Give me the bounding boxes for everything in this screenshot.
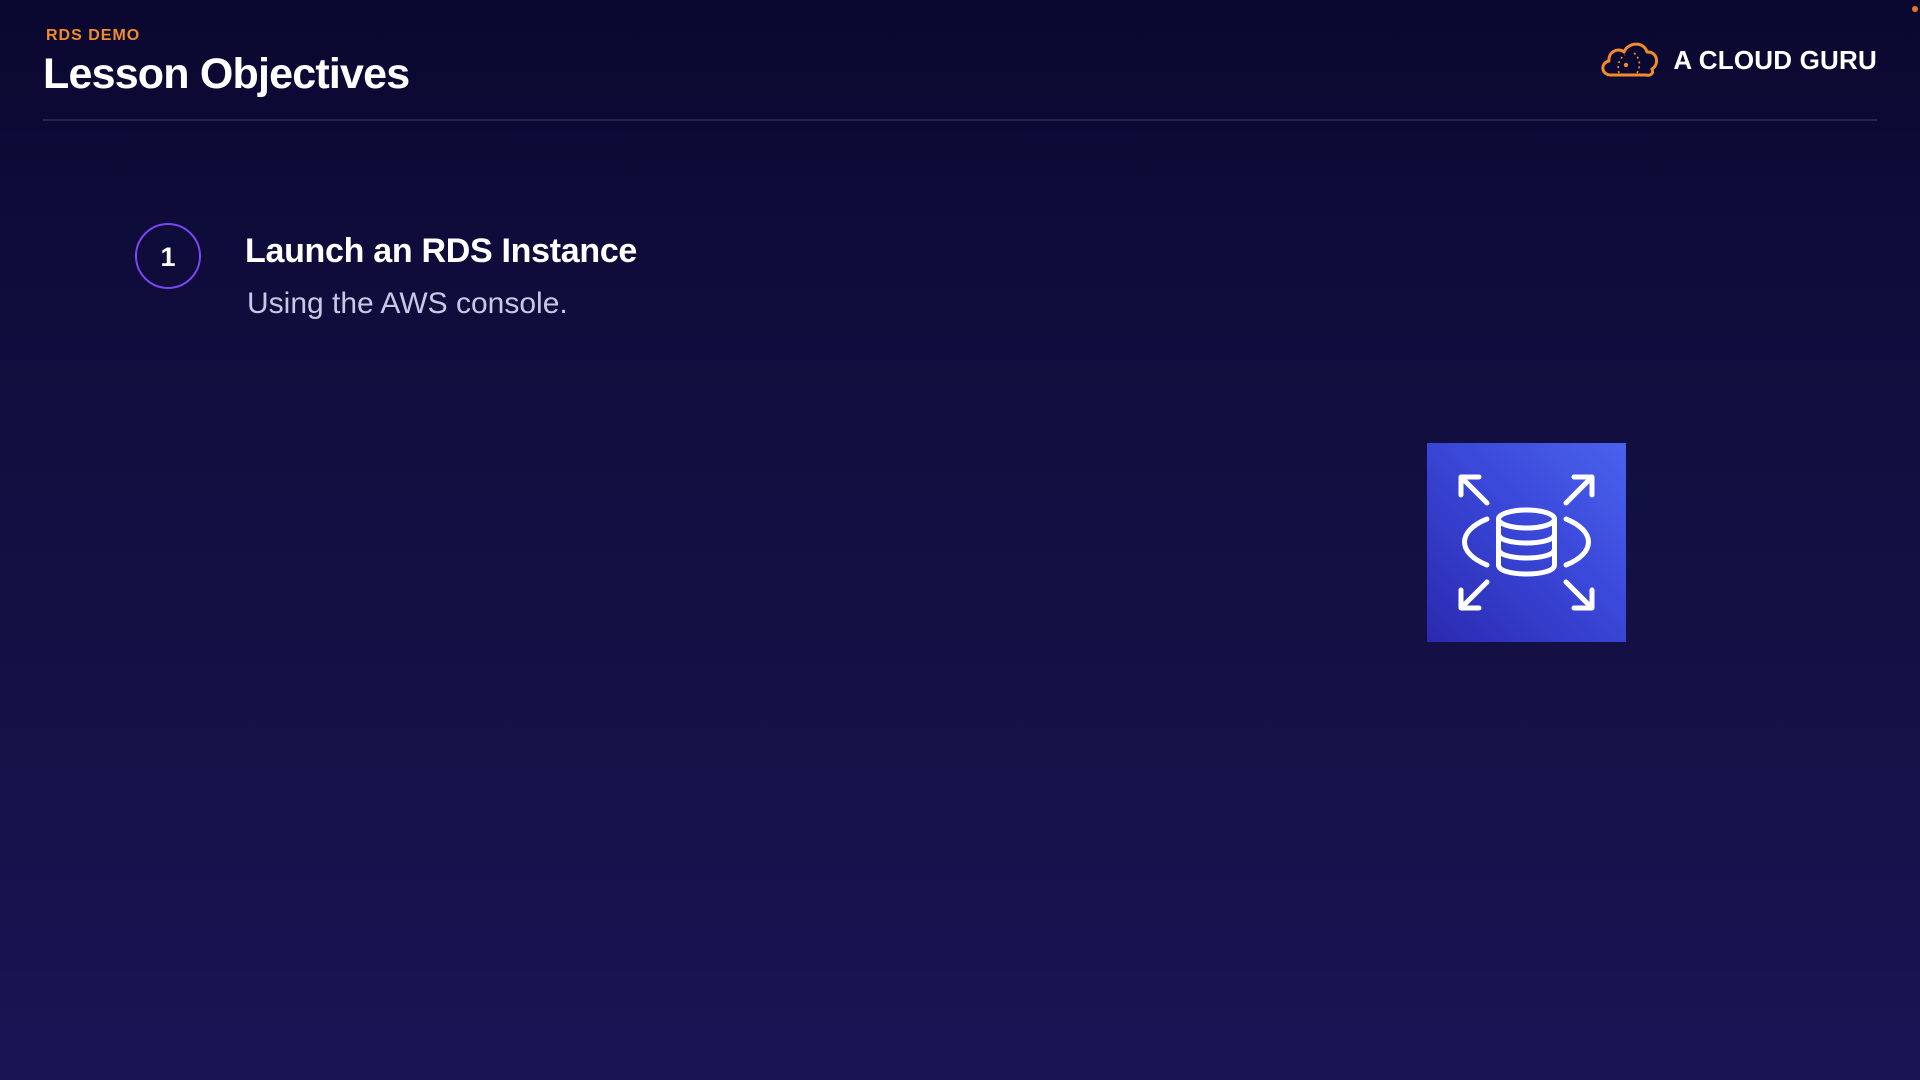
- slide: RDS DEMO Lesson Objectives A CLOUD GURU …: [0, 0, 1920, 1080]
- objective-subtitle: Using the AWS console.: [247, 287, 568, 320]
- page-title: Lesson Objectives: [43, 50, 410, 98]
- corner-dot: [1912, 6, 1918, 12]
- section-eyebrow: RDS DEMO: [46, 27, 141, 44]
- brand-name: A CLOUD GURU: [1673, 45, 1877, 75]
- brand: A CLOUD GURU: [1597, 38, 1877, 82]
- step-number-badge: 1: [135, 223, 201, 289]
- header-divider: [43, 119, 1877, 121]
- objective-title: Launch an RDS Instance: [245, 232, 638, 270]
- rds-database-icon: [1458, 474, 1595, 611]
- cloud-logo-icon: [1601, 42, 1659, 77]
- amazon-rds-icon: [1427, 443, 1626, 642]
